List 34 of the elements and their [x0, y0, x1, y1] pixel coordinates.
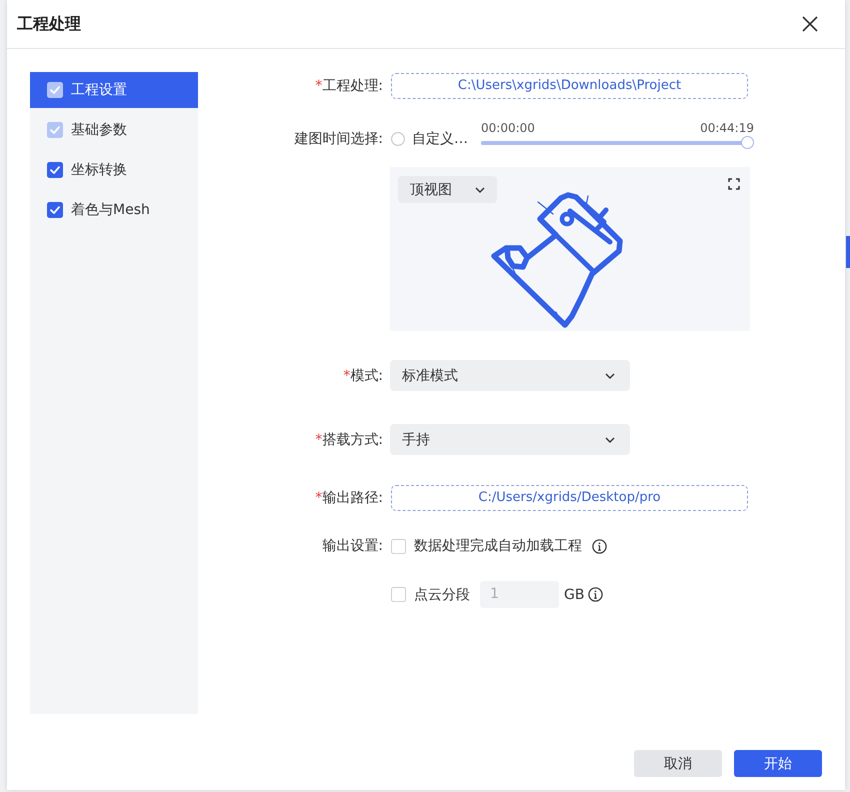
radio-option[interactable]: 自定义…	[391, 129, 468, 149]
field-label: 建图时间选择:	[293, 130, 383, 149]
start-time: 00:00:00	[481, 121, 535, 135]
info-icon[interactable]	[592, 538, 607, 554]
radio-button[interactable]	[391, 132, 405, 146]
checkbox[interactable]	[47, 202, 63, 218]
sidebar-item[interactable]: 着色与Mesh	[30, 192, 198, 228]
checkbox[interactable]	[47, 162, 63, 178]
end-time: 00:44:19	[700, 121, 754, 135]
field-label: 输出设置:	[321, 537, 383, 556]
cancel-button[interactable]: 取消	[634, 750, 722, 777]
close-icon[interactable]	[802, 16, 818, 32]
view-select[interactable]: 顶视图	[398, 176, 497, 203]
field-label: *输出路径:	[314, 489, 383, 508]
option-label: 数据处理完成自动加载工程	[414, 537, 582, 555]
unit-label: GB	[564, 586, 584, 602]
field-label: *模式:	[342, 366, 383, 386]
chevron-down-icon	[605, 372, 615, 378]
chevron-down-icon	[605, 436, 615, 442]
info-icon[interactable]	[588, 587, 604, 602]
path-field[interactable]: C:/Users/xgrids/Desktop/pro	[391, 485, 748, 511]
option-label: 点云分段	[414, 586, 470, 604]
backdrop-accent-bar	[846, 236, 850, 268]
start-button[interactable]: 开始	[734, 750, 822, 777]
fullscreen-icon[interactable]	[728, 178, 740, 190]
field-label: *搭载方式:	[314, 430, 383, 450]
dialog-title: 工程处理	[17, 14, 81, 34]
sidebar-item[interactable]: 坐标转换	[30, 152, 198, 188]
chevron-down-icon	[475, 186, 485, 192]
slider-thumb[interactable]	[741, 136, 754, 149]
field-label: *工程处理:	[314, 77, 383, 96]
select-field[interactable]: 标准模式	[390, 360, 630, 391]
path-field[interactable]: C:\Users\xgrids\Downloads\Project	[391, 73, 748, 99]
select-field[interactable]: 手持	[390, 424, 630, 455]
